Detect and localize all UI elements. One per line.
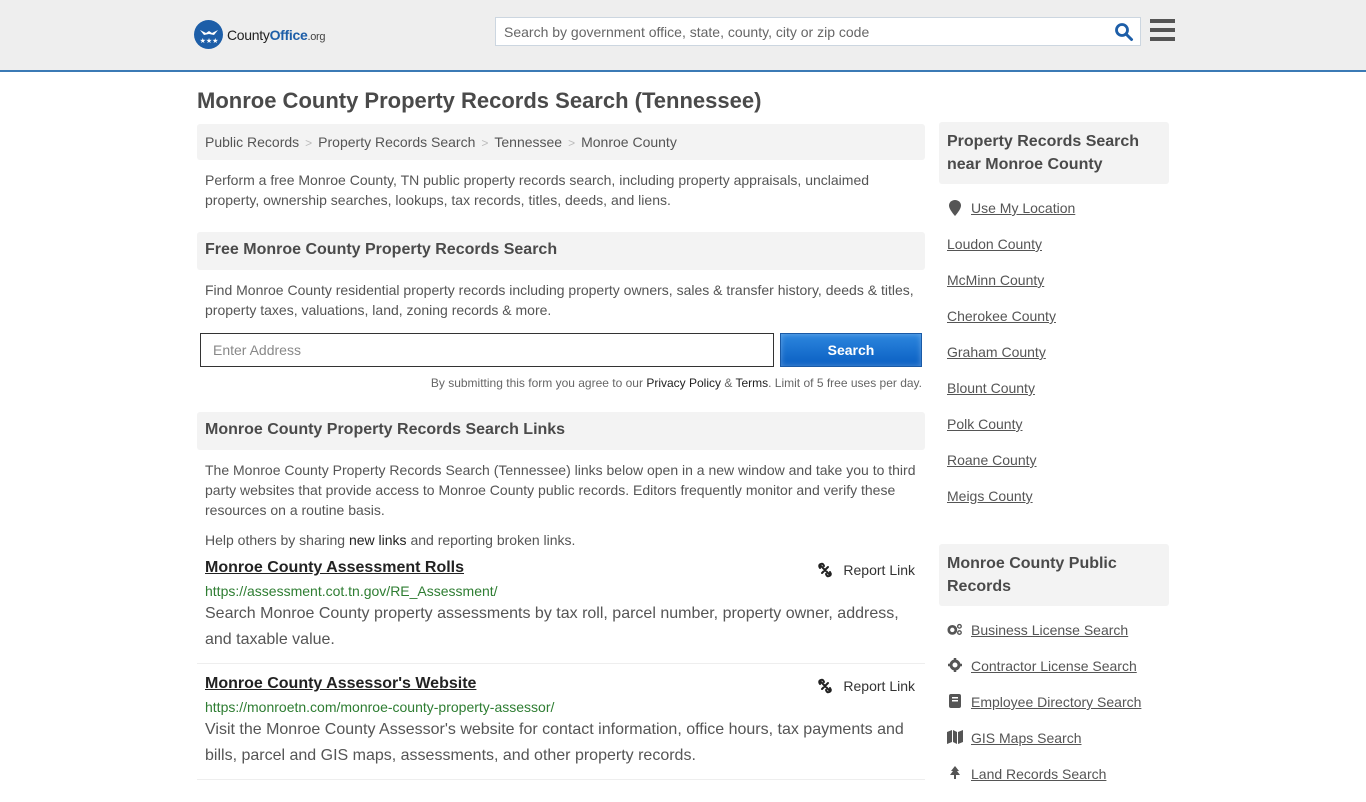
nearby-heading: Property Records Search near Monroe Coun… <box>939 122 1169 184</box>
terms-link[interactable]: Terms <box>735 376 768 390</box>
gear-icon <box>947 658 963 672</box>
use-my-location-link[interactable]: Use My Location <box>971 200 1075 216</box>
county-link-roane[interactable]: Roane County <box>947 452 1037 468</box>
nearby-county-item: Polk County <box>947 416 1161 452</box>
nearby-county-item: Meigs County <box>947 488 1161 524</box>
public-record-item: Contractor License Search <box>947 658 1161 694</box>
broken-link-icon <box>818 678 833 694</box>
new-links-link[interactable]: new links <box>349 532 407 548</box>
help-text-part: Help others by sharing <box>205 532 349 548</box>
book-icon <box>947 694 963 708</box>
map-marker-icon <box>947 200 963 216</box>
report-link-label: Report Link <box>843 562 915 578</box>
link-item: Monroe County Assessor's Website Report … <box>197 664 925 780</box>
address-search-form: Search <box>197 333 925 367</box>
logo-text: CountyOffice.org <box>227 26 326 43</box>
nearby-county-item: Blount County <box>947 380 1161 416</box>
report-link-label: Report Link <box>843 678 915 694</box>
public-records-list: Business License Search Contractor Licen… <box>939 606 1169 802</box>
county-link-mcminn[interactable]: McMinn County <box>947 272 1044 288</box>
nearby-county-item: Roane County <box>947 452 1161 488</box>
address-search-button[interactable]: Search <box>780 333 922 367</box>
breadcrumb-monroe-county[interactable]: Monroe County <box>581 134 677 150</box>
public-record-item: GIS Maps Search <box>947 730 1161 766</box>
site-search <box>495 17 1141 46</box>
site-search-input[interactable] <box>496 18 1096 45</box>
breadcrumb-property-records-search[interactable]: Property Records Search <box>318 134 475 150</box>
svg-text:★★★: ★★★ <box>199 37 218 45</box>
help-text-part: and reporting broken links. <box>406 532 576 548</box>
nearby-county-item: McMinn County <box>947 272 1161 308</box>
business-license-search-link[interactable]: Business License Search <box>971 622 1128 638</box>
hamburger-menu-icon[interactable] <box>1150 19 1175 41</box>
address-input[interactable] <box>200 333 774 367</box>
county-link-graham[interactable]: Graham County <box>947 344 1046 360</box>
disclaimer-text: . Limit of 5 free uses per day. <box>768 376 922 390</box>
nearby-county-list: Use My Location Loudon County McMinn Cou… <box>939 184 1169 524</box>
link-description: Visit the Monroe County Assessor's websi… <box>205 721 904 764</box>
disclaimer-text: By submitting this form you agree to our <box>430 376 647 390</box>
breadcrumb-separator: > <box>481 136 489 150</box>
breadcrumb-separator: > <box>568 136 576 150</box>
links-section-heading: Monroe County Property Records Search Li… <box>197 412 925 450</box>
public-record-item: Land Records Search <box>947 766 1161 802</box>
tree-icon <box>947 766 963 780</box>
public-records-heading: Monroe County Public Records <box>939 544 1169 606</box>
nearby-county-item: Cherokee County <box>947 308 1161 344</box>
link-url: https://assessment.cot.tn.gov/RE_Assessm… <box>205 583 498 599</box>
intro-text: Perform a free Monroe County, TN public … <box>205 172 870 208</box>
site-logo[interactable]: ★★★ CountyOffice.org <box>194 20 326 49</box>
page-title: Monroe County Property Records Search (T… <box>197 88 762 113</box>
broken-link-icon <box>818 562 833 578</box>
link-item: Monroe County Assessment Rolls Report Li… <box>197 548 925 664</box>
eagle-seal-icon: ★★★ <box>194 20 223 49</box>
county-link-meigs[interactable]: Meigs County <box>947 488 1033 504</box>
main-content: Public Records > Property Records Search > T… <box>197 124 925 780</box>
top-header: ★★★ CountyOffice.org <box>0 0 1366 72</box>
public-record-item: Employee Directory Search <box>947 694 1161 730</box>
breadcrumb-separator: > <box>305 136 313 150</box>
free-search-description: Find Monroe County residential property … <box>205 282 914 318</box>
link-title[interactable]: Monroe County Assessor's Website <box>205 675 476 692</box>
land-records-search-link[interactable]: Land Records Search <box>971 766 1106 782</box>
county-link-polk[interactable]: Polk County <box>947 416 1022 432</box>
report-link-button[interactable]: Report Link <box>817 562 915 578</box>
nearby-county-item: Loudon County <box>947 236 1161 272</box>
breadcrumb: Public Records > Property Records Search > T… <box>197 124 925 160</box>
county-link-loudon[interactable]: Loudon County <box>947 236 1042 252</box>
use-my-location-item: Use My Location <box>947 200 1161 236</box>
link-description: Search Monroe County property assessment… <box>205 605 899 648</box>
search-icon[interactable] <box>1114 22 1134 42</box>
nearby-county-item: Graham County <box>947 344 1161 380</box>
breadcrumb-tennessee[interactable]: Tennessee <box>494 134 562 150</box>
breadcrumb-public-records[interactable]: Public Records <box>205 134 299 150</box>
links-section-description: The Monroe County Property Records Searc… <box>205 462 916 518</box>
link-title[interactable]: Monroe County Assessment Rolls <box>205 559 464 576</box>
sidebar: Property Records Search near Monroe Coun… <box>939 122 1169 802</box>
gis-maps-search-link[interactable]: GIS Maps Search <box>971 730 1082 746</box>
help-text: Help others by sharing new links and rep… <box>197 520 925 548</box>
form-disclaimer: By submitting this form you agree to our… <box>197 376 925 390</box>
privacy-policy-link[interactable]: Privacy Policy <box>646 376 721 390</box>
employee-directory-search-link[interactable]: Employee Directory Search <box>971 694 1141 710</box>
disclaimer-text: & <box>721 376 736 390</box>
contractor-license-search-link[interactable]: Contractor License Search <box>971 658 1137 674</box>
map-icon <box>947 730 963 744</box>
county-link-blount[interactable]: Blount County <box>947 380 1035 396</box>
county-link-cherokee[interactable]: Cherokee County <box>947 308 1056 324</box>
gears-icon <box>947 622 963 636</box>
report-link-button[interactable]: Report Link <box>817 678 915 694</box>
link-url: https://monroetn.com/monroe-county-prope… <box>205 699 555 715</box>
public-record-item: Business License Search <box>947 622 1161 658</box>
free-search-heading: Free Monroe County Property Records Sear… <box>197 232 925 270</box>
